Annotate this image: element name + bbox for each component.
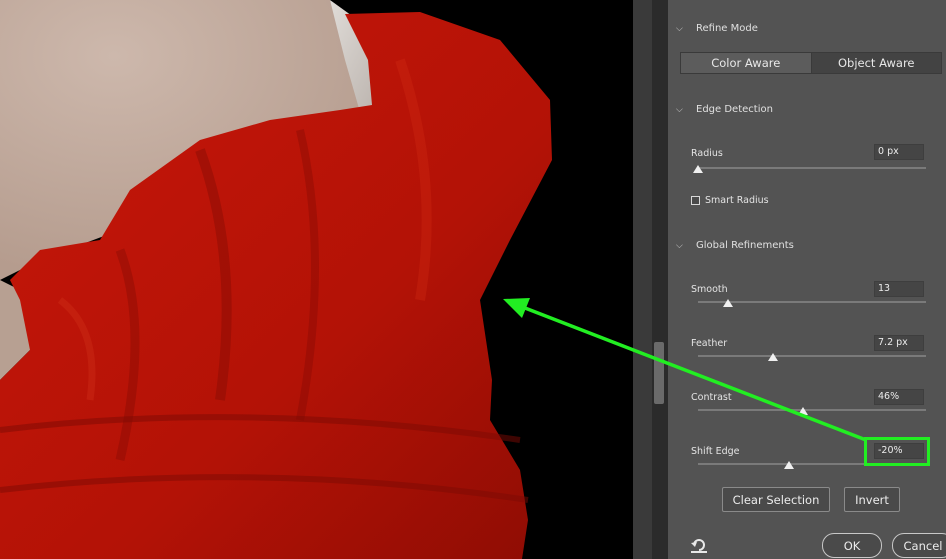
feather-label: Feather <box>691 338 728 349</box>
smooth-slider-thumb[interactable] <box>722 299 733 307</box>
refine-mode-header[interactable]: ⌵ Refine Mode <box>676 23 758 34</box>
contrast-input[interactable]: 46% <box>874 389 924 405</box>
edge-detection-title: Edge Detection <box>696 104 773 115</box>
invert-button[interactable]: Invert <box>844 487 900 512</box>
image-canvas[interactable] <box>0 0 633 559</box>
refine-mode-title: Refine Mode <box>696 23 758 34</box>
edge-detection-header[interactable]: ⌵ Edge Detection <box>676 104 773 115</box>
global-refinements-header[interactable]: ⌵ Global Refinements <box>676 240 794 251</box>
contrast-slider-thumb[interactable] <box>797 407 808 415</box>
clear-selection-button[interactable]: Clear Selection <box>722 487 830 512</box>
shift-edge-label: Shift Edge <box>691 446 740 457</box>
object-aware-button[interactable]: Object Aware <box>811 53 941 73</box>
contrast-slider-track[interactable] <box>698 409 926 411</box>
shift-edge-slider-thumb[interactable] <box>784 461 795 469</box>
feather-slider-thumb[interactable] <box>768 353 779 361</box>
panel-scrollbar[interactable] <box>652 0 668 559</box>
ok-button[interactable]: OK <box>822 533 882 558</box>
smart-radius-checkbox[interactable] <box>691 196 700 205</box>
radius-slider-track[interactable] <box>698 167 926 169</box>
smooth-input[interactable]: 13 <box>874 281 924 297</box>
chevron-down-icon[interactable]: ⌵ <box>676 241 690 251</box>
radius-input[interactable]: 0 px <box>874 144 924 160</box>
canvas-divider <box>633 0 652 559</box>
contrast-label: Contrast <box>691 392 732 403</box>
canvas-artwork <box>0 0 633 559</box>
color-aware-button[interactable]: Color Aware <box>681 53 812 73</box>
smart-radius-label: Smart Radius <box>705 195 769 206</box>
radius-label: Radius <box>691 148 723 159</box>
shift-edge-highlight-box <box>864 437 930 466</box>
chevron-down-icon[interactable]: ⌵ <box>676 105 690 115</box>
radius-slider-thumb[interactable] <box>693 165 703 173</box>
global-refinements-title: Global Refinements <box>696 240 794 251</box>
feather-slider-track[interactable] <box>698 355 926 357</box>
scrollbar-thumb[interactable] <box>654 342 664 404</box>
refine-mode-toggle: Color Aware Object Aware <box>680 52 942 74</box>
reset-icon[interactable] <box>690 538 708 554</box>
smooth-label: Smooth <box>691 284 728 295</box>
chevron-down-icon[interactable]: ⌵ <box>676 24 690 34</box>
feather-input[interactable]: 7.2 px <box>874 335 924 351</box>
cancel-button[interactable]: Cancel <box>892 533 946 558</box>
refine-edge-panel: ⌵ Refine Mode Color Aware Object Aware ⌵… <box>668 0 946 559</box>
